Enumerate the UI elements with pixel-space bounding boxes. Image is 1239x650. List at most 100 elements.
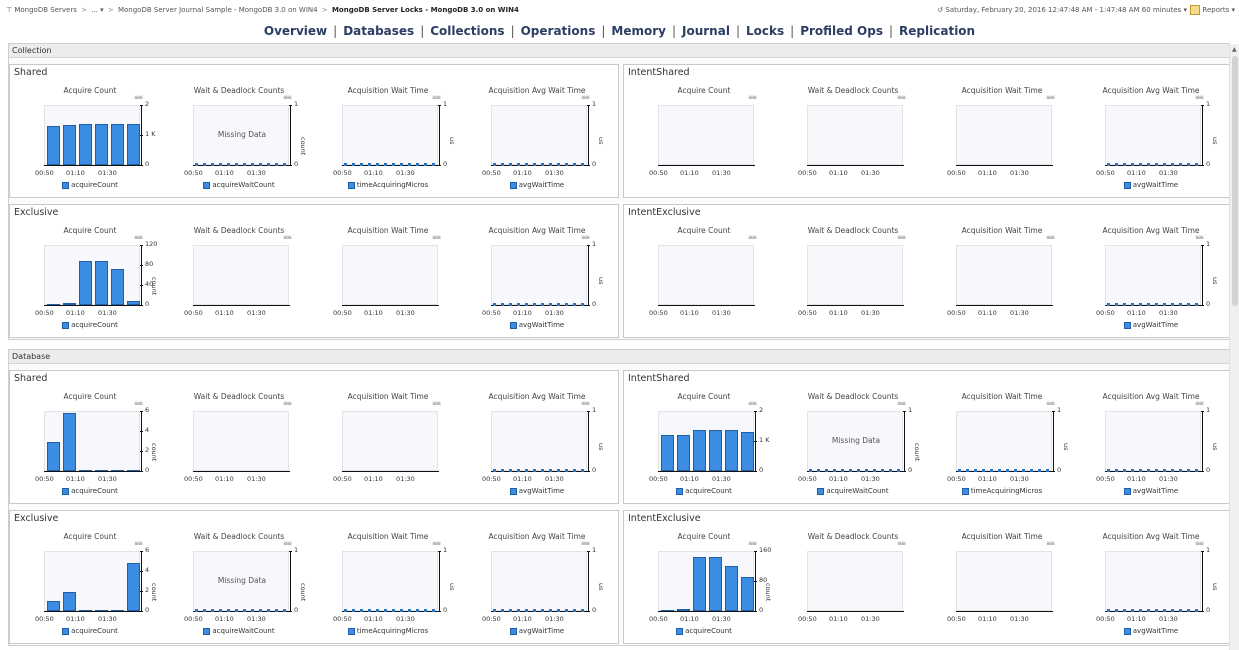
data-point[interactable] — [1163, 609, 1166, 612]
chart-options-icon[interactable]: ≡≡ — [432, 400, 441, 407]
bar[interactable] — [47, 442, 60, 471]
data-point[interactable] — [557, 469, 560, 472]
data-point[interactable] — [493, 163, 496, 166]
data-point[interactable] — [275, 163, 278, 166]
chart-options-icon[interactable]: ≡≡ — [748, 94, 757, 101]
legend-label[interactable]: avgWaitTime — [1133, 627, 1178, 635]
data-point[interactable] — [974, 469, 977, 472]
data-point[interactable] — [400, 609, 403, 612]
data-point[interactable] — [1195, 469, 1198, 472]
data-point[interactable] — [1107, 469, 1110, 472]
chart-options-icon[interactable]: ≡≡ — [581, 540, 590, 547]
bar[interactable] — [709, 557, 722, 611]
data-point[interactable] — [1155, 303, 1158, 306]
data-point[interactable] — [493, 609, 496, 612]
data-point[interactable] — [1030, 469, 1033, 472]
data-point[interactable] — [235, 609, 238, 612]
bar[interactable] — [63, 592, 76, 611]
data-point[interactable] — [493, 469, 496, 472]
data-point[interactable] — [1014, 469, 1017, 472]
vertical-scrollbar[interactable]: ▲ — [1229, 44, 1239, 650]
chart-legend[interactable]: avgWaitTime — [463, 627, 611, 635]
data-point[interactable] — [1179, 163, 1182, 166]
chart-options-icon[interactable]: ≡≡ — [1195, 234, 1204, 241]
data-point[interactable] — [958, 469, 961, 472]
data-point[interactable] — [1187, 609, 1190, 612]
data-point[interactable] — [1107, 163, 1110, 166]
chart-options-icon[interactable]: ≡≡ — [897, 94, 906, 101]
legend-label[interactable]: acquireWaitCount — [212, 627, 274, 635]
data-point[interactable] — [259, 163, 262, 166]
data-point[interactable] — [1187, 303, 1190, 306]
chart-options-icon[interactable]: ≡≡ — [748, 400, 757, 407]
data-point[interactable] — [1139, 609, 1142, 612]
data-point[interactable] — [581, 469, 584, 472]
data-point[interactable] — [825, 469, 828, 472]
data-point[interactable] — [251, 163, 254, 166]
data-point[interactable] — [1171, 303, 1174, 306]
data-point[interactable] — [1046, 469, 1049, 472]
data-point[interactable] — [573, 469, 576, 472]
data-point[interactable] — [424, 609, 427, 612]
chart-legend[interactable]: avgWaitTime — [1077, 627, 1225, 635]
chart-legend[interactable]: avgWaitTime — [1077, 181, 1225, 189]
data-point[interactable] — [408, 163, 411, 166]
nav-journal[interactable]: Journal — [682, 24, 730, 38]
bar[interactable] — [127, 124, 140, 165]
nav-profiled-ops[interactable]: Profiled Ops — [800, 24, 883, 38]
reports-button[interactable]: Reports ▾ — [1190, 5, 1235, 15]
data-point[interactable] — [219, 609, 222, 612]
data-point[interactable] — [211, 163, 214, 166]
data-point[interactable] — [195, 163, 198, 166]
data-point[interactable] — [990, 469, 993, 472]
data-point[interactable] — [1155, 469, 1158, 472]
data-point[interactable] — [573, 609, 576, 612]
chart-options-icon[interactable]: ≡≡ — [897, 540, 906, 547]
data-point[interactable] — [565, 609, 568, 612]
data-point[interactable] — [275, 609, 278, 612]
bar[interactable] — [95, 124, 108, 165]
data-point[interactable] — [1131, 303, 1134, 306]
chart-options-icon[interactable]: ≡≡ — [748, 234, 757, 241]
data-point[interactable] — [195, 609, 198, 612]
legend-label[interactable]: timeAcquiringMicros — [357, 181, 428, 189]
data-point[interactable] — [392, 163, 395, 166]
data-point[interactable] — [219, 163, 222, 166]
data-point[interactable] — [557, 163, 560, 166]
data-point[interactable] — [1139, 163, 1142, 166]
data-point[interactable] — [352, 163, 355, 166]
bar[interactable] — [79, 124, 92, 165]
data-point[interactable] — [376, 609, 379, 612]
data-point[interactable] — [841, 469, 844, 472]
data-point[interactable] — [1123, 163, 1126, 166]
data-point[interactable] — [525, 469, 528, 472]
scroll-up-arrow-icon[interactable]: ▲ — [1232, 46, 1237, 53]
chart-legend[interactable]: avgWaitTime — [463, 321, 611, 329]
data-point[interactable] — [1131, 163, 1134, 166]
nav-locks[interactable]: Locks — [746, 24, 784, 38]
data-point[interactable] — [227, 163, 230, 166]
nav-memory[interactable]: Memory — [611, 24, 666, 38]
nav-databases[interactable]: Databases — [343, 24, 414, 38]
data-point[interactable] — [541, 469, 544, 472]
data-point[interactable] — [517, 609, 520, 612]
data-point[interactable] — [881, 469, 884, 472]
bar[interactable] — [725, 566, 738, 611]
data-point[interactable] — [368, 163, 371, 166]
bar[interactable] — [111, 269, 124, 305]
data-point[interactable] — [344, 163, 347, 166]
chart-options-icon[interactable]: ≡≡ — [1195, 540, 1204, 547]
chart-options-icon[interactable]: ≡≡ — [134, 94, 143, 101]
bar[interactable] — [79, 261, 92, 305]
data-point[interactable] — [1006, 469, 1009, 472]
legend-label[interactable]: acquireCount — [71, 627, 118, 635]
data-point[interactable] — [501, 303, 504, 306]
data-point[interactable] — [1022, 469, 1025, 472]
nav-replication[interactable]: Replication — [899, 24, 975, 38]
data-point[interactable] — [1163, 469, 1166, 472]
chevron-down-icon[interactable]: ▾ — [1183, 6, 1187, 14]
data-point[interactable] — [966, 469, 969, 472]
data-point[interactable] — [1147, 469, 1150, 472]
data-point[interactable] — [1131, 469, 1134, 472]
bar[interactable] — [741, 432, 754, 471]
